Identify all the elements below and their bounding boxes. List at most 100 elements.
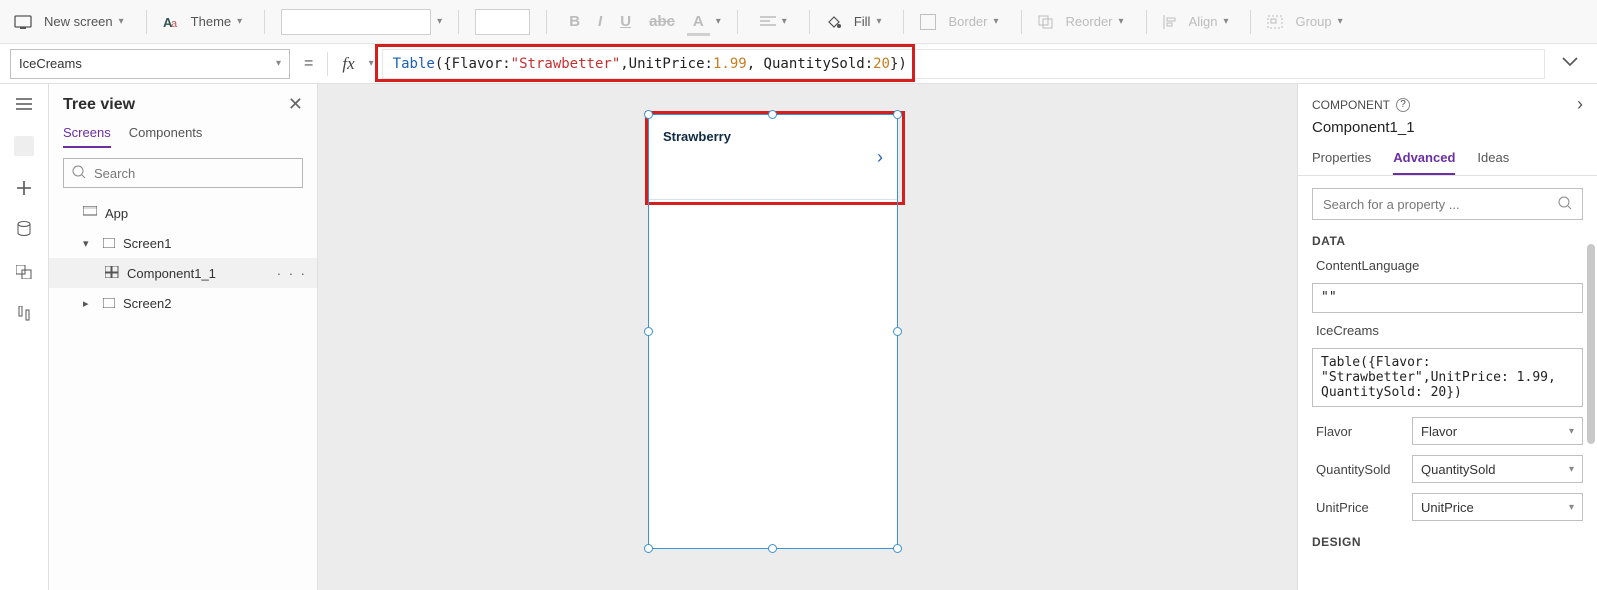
align-text-button[interactable]: ▾	[754, 12, 793, 32]
theme-label: Theme	[191, 14, 231, 29]
tree-node-component1[interactable]: Component1_1 · · ·	[49, 258, 317, 288]
tree-search-input[interactable]: Search	[63, 158, 303, 188]
data-rail-button[interactable]	[14, 220, 34, 240]
underline-button[interactable]: U	[614, 9, 637, 34]
divider	[264, 10, 265, 34]
icecreams-input[interactable]: Table({Flavor: "Strawbetter",UnitPrice: …	[1312, 348, 1583, 407]
tok: ,UnitPrice:	[620, 56, 713, 72]
tok: , QuantitySold:	[747, 56, 873, 72]
component-preview[interactable]: Strawberry ›	[648, 114, 898, 549]
expand-formula-button[interactable]	[1553, 56, 1587, 71]
tab-advanced[interactable]: Advanced	[1393, 144, 1455, 175]
divider	[737, 10, 738, 34]
divider	[1146, 10, 1147, 34]
group-button[interactable]: Group ▾	[1289, 10, 1348, 33]
left-rail	[0, 84, 48, 590]
new-screen-label: New screen	[44, 14, 113, 29]
unitprice-select[interactable]: UnitPrice ▾	[1412, 493, 1583, 521]
chevron-right-icon: ▸	[83, 297, 95, 310]
property-select[interactable]: IceCreams ▾	[10, 49, 290, 79]
new-screen-button[interactable]: New screen ▾	[38, 10, 130, 33]
resize-handle[interactable]	[644, 544, 653, 553]
resize-handle[interactable]	[893, 327, 902, 336]
divider	[809, 10, 810, 34]
quantity-select[interactable]: QuantitySold ▾	[1412, 455, 1583, 483]
chevron-down-icon: ▾	[994, 16, 999, 27]
resize-handle[interactable]	[893, 544, 902, 553]
divider	[1021, 10, 1022, 34]
tab-properties[interactable]: Properties	[1312, 144, 1371, 175]
reorder-button[interactable]: Reorder ▾	[1060, 10, 1130, 33]
property-name: IceCreams	[19, 56, 82, 71]
strike-button[interactable]: abc	[643, 9, 681, 34]
chevron-down-icon: ▾	[119, 16, 124, 27]
align-button[interactable]: Align ▾	[1183, 10, 1235, 33]
screen-icon	[103, 236, 115, 251]
top-toolbar: New screen ▾ Aa Theme ▾ ▾ B I U abc A ▾ …	[0, 0, 1597, 44]
insert-rail-button[interactable]	[14, 178, 34, 198]
tools-rail-button[interactable]	[14, 304, 34, 324]
search-icon	[1558, 196, 1572, 213]
canvas[interactable]: Strawberry ›	[318, 84, 1297, 590]
resize-handle[interactable]	[768, 544, 777, 553]
italic-button[interactable]: I	[592, 9, 608, 34]
formula-input[interactable]: Table({Flavor: "Strawbetter",UnitPrice: …	[382, 49, 1545, 79]
chevron-down-icon: ▾	[437, 16, 442, 27]
close-icon[interactable]: ✕	[288, 94, 303, 115]
bold-button[interactable]: B	[563, 9, 586, 34]
tok: 20	[873, 56, 890, 72]
property-search-input[interactable]: Search for a property ...	[1312, 188, 1583, 220]
content-language-input[interactable]: ""	[1312, 283, 1583, 313]
main-area: Tree view ✕ Screens Components Search Ap…	[0, 84, 1597, 590]
divider	[903, 10, 904, 34]
hamburger-icon[interactable]	[14, 94, 34, 114]
border-button[interactable]: Border ▾	[942, 10, 1004, 33]
quantity-label: QuantitySold	[1312, 462, 1402, 477]
border-color-swatch[interactable]	[920, 14, 936, 30]
align-left-icon	[760, 16, 776, 28]
help-icon[interactable]: ?	[1396, 98, 1410, 112]
tree-view-rail-button[interactable]	[14, 136, 34, 156]
resize-handle[interactable]	[644, 327, 653, 336]
tree-node-screen2[interactable]: ▸ Screen2	[49, 288, 317, 318]
tok: Table	[393, 56, 435, 72]
tok: })	[890, 56, 907, 72]
font-color-button[interactable]: A	[687, 9, 710, 34]
section-design: DESIGN	[1312, 531, 1583, 549]
formula-bar: IceCreams ▾ = fx ▾ Table({Flavor: "Straw…	[0, 44, 1597, 84]
search-placeholder: Search	[94, 166, 135, 181]
divider	[546, 10, 547, 34]
font-family-select[interactable]	[281, 9, 431, 35]
chevron-right-icon[interactable]: ›	[1577, 94, 1583, 115]
group-label: Group	[1295, 14, 1331, 29]
align-obj-icon	[1163, 15, 1177, 29]
tab-ideas[interactable]: Ideas	[1477, 144, 1509, 175]
tree-node-screen1[interactable]: ▾ Screen1	[49, 228, 317, 258]
resize-handle[interactable]	[644, 110, 653, 119]
flavor-select[interactable]: Flavor ▾	[1412, 417, 1583, 445]
theme-button[interactable]: Theme ▾	[185, 10, 249, 33]
tree-node-app[interactable]: App	[49, 198, 317, 228]
chevron-down-icon: ▾	[1119, 16, 1124, 27]
chevron-down-icon: ▾	[716, 16, 721, 27]
font-size-input[interactable]	[475, 9, 530, 35]
chevron-down-icon: ▾	[237, 16, 242, 27]
tok: 1.99	[713, 56, 747, 72]
chevron-down-icon[interactable]: ▾	[369, 58, 374, 69]
more-icon[interactable]: · · ·	[277, 266, 307, 281]
scrollbar-thumb[interactable]	[1587, 244, 1595, 444]
border-label: Border	[948, 14, 987, 29]
tab-components[interactable]: Components	[129, 125, 203, 148]
resize-handle[interactable]	[768, 110, 777, 119]
content-language-label: ContentLanguage	[1312, 258, 1583, 273]
media-rail-button[interactable]	[14, 262, 34, 282]
component-name: Component1_1	[1298, 119, 1597, 144]
resize-handle[interactable]	[893, 110, 902, 119]
chevron-down-icon: ▾	[1569, 426, 1574, 437]
tab-screens[interactable]: Screens	[63, 125, 111, 148]
chevron-down-icon: ▾	[83, 237, 95, 250]
section-data: DATA	[1312, 230, 1583, 248]
fill-button[interactable]: Fill ▾	[848, 10, 888, 33]
tree-node-label: Screen2	[123, 296, 171, 311]
group-icon	[1267, 15, 1283, 29]
